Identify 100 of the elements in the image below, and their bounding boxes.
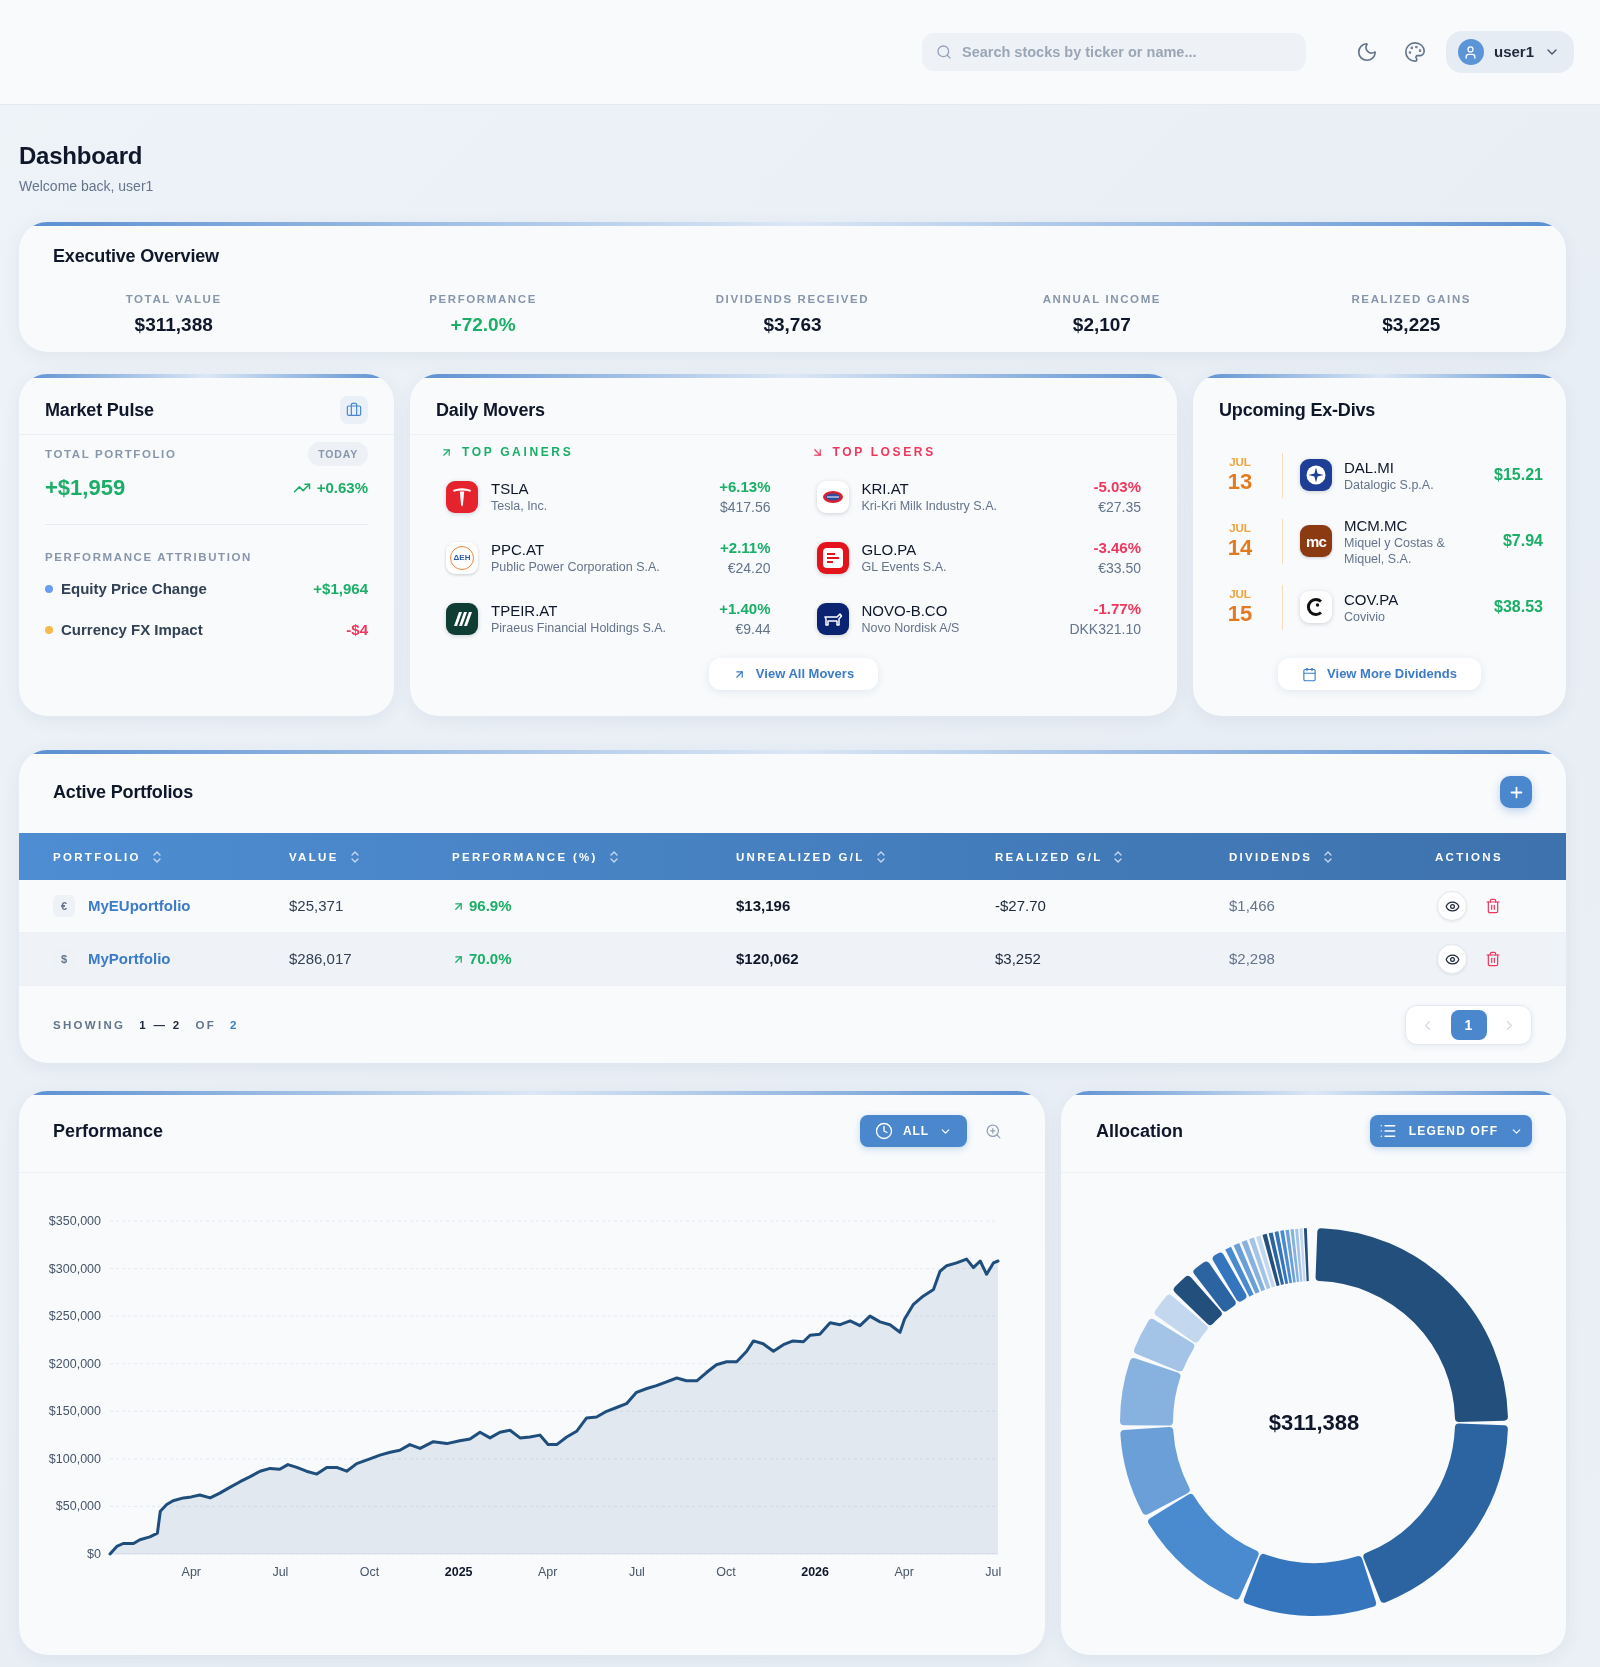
attribution-value: +$1,964 xyxy=(313,579,368,599)
portfolio-link[interactable]: MyPortfolio xyxy=(88,947,171,971)
company-name: GL Events S.A. xyxy=(861,559,947,576)
daily-change-percent: +0.63% xyxy=(316,478,368,498)
company-logo: mc xyxy=(1300,525,1332,557)
page-button[interactable]: 1 xyxy=(1450,1010,1487,1040)
zoom-in-icon[interactable] xyxy=(985,1122,1002,1140)
column-header[interactable]: PORTFOLIO xyxy=(53,849,289,864)
moon-icon[interactable] xyxy=(1355,41,1378,63)
dividend-amount: $15.21 xyxy=(1494,465,1543,485)
eye-icon xyxy=(1444,898,1460,914)
view-more-dividends-button[interactable]: View More Dividends xyxy=(1278,658,1481,690)
portfolio-link[interactable]: MyEUportfolio xyxy=(88,894,191,918)
view-button[interactable] xyxy=(1437,944,1467,974)
y-axis-label: $0 xyxy=(87,1547,101,1561)
trash-icon[interactable] xyxy=(1485,898,1501,914)
donut-slice xyxy=(1119,1358,1180,1426)
donut-slice xyxy=(1274,1231,1288,1284)
column-header[interactable]: DIVIDENDS xyxy=(1229,849,1435,864)
donut-slice xyxy=(1133,1319,1194,1372)
company-name: Novo Nordisk A/S xyxy=(861,620,960,637)
search-icon xyxy=(935,44,952,60)
table-cell-text: $120,062 xyxy=(736,948,800,969)
x-axis-label: Oct xyxy=(716,1565,736,1579)
briefcase-icon xyxy=(340,396,368,424)
time-range-button[interactable]: ALL xyxy=(860,1115,967,1147)
stat-label: TOTAL VALUE xyxy=(125,292,222,306)
page-subtitle: Welcome back, user1 xyxy=(19,177,155,196)
legend-toggle-button[interactable]: LEGEND OFF xyxy=(1370,1115,1532,1147)
donut-slice xyxy=(1154,1294,1208,1343)
change-percent: +1.40% xyxy=(719,599,771,618)
card-title: Active Portfolios xyxy=(53,781,193,804)
card-title: Upcoming Ex-Divs xyxy=(1219,399,1376,422)
column-header: ACTIONS xyxy=(1435,849,1504,864)
pagination-range: 1 — 2 xyxy=(139,1018,182,1032)
section-label: PERFORMANCE ATTRIBUTION xyxy=(45,550,253,564)
table-cell-text: $286,017 xyxy=(289,948,353,969)
stock-price: €24.20 xyxy=(727,559,771,578)
table-cell-text: -$27.70 xyxy=(995,895,1047,916)
y-axis-label: $100,000 xyxy=(48,1451,101,1466)
y-axis-label: $250,000 xyxy=(48,1309,101,1324)
y-axis-label: $150,000 xyxy=(48,1404,101,1419)
x-axis-label: Apr xyxy=(181,1565,201,1579)
y-axis-label: $50,000 xyxy=(55,1499,101,1514)
ticker-symbol: TPEIR.AT xyxy=(491,601,559,620)
table-cell-text: $2,298 xyxy=(1229,948,1276,969)
x-axis-label: Oct xyxy=(359,1565,380,1579)
card-title: Market Pulse xyxy=(45,399,154,422)
change-percent: -5.03% xyxy=(1093,477,1141,496)
user-menu-button[interactable]: user1 xyxy=(1445,31,1574,73)
ticker-symbol: COV.PA xyxy=(1344,589,1400,609)
attribution-value: -$4 xyxy=(346,620,368,640)
list-icon xyxy=(1378,1122,1397,1140)
stat-label: REALIZED GAINS xyxy=(1351,292,1472,306)
ticker-symbol: MCM.MC xyxy=(1344,515,1409,535)
stock-price: €33.50 xyxy=(1098,559,1141,578)
stock-price: $417.56 xyxy=(719,498,771,517)
company-logo-icon xyxy=(816,603,849,635)
ticker-symbol: TSLA xyxy=(491,479,530,498)
x-axis-label: Jul xyxy=(272,1565,289,1579)
view-button[interactable] xyxy=(1437,891,1467,921)
x-axis-label: Jul xyxy=(628,1565,645,1579)
table-cell-text: $1,466 xyxy=(1229,895,1276,916)
stock-price: €27.35 xyxy=(1098,498,1141,517)
company-name: Datalogic S.p.A. xyxy=(1344,476,1435,493)
section-label: TOTAL PORTFOLIO xyxy=(45,446,177,461)
ex-div-month: JUL xyxy=(1229,587,1251,601)
column-header[interactable]: REALIZED G/L xyxy=(995,849,1229,864)
sort-icon xyxy=(152,849,161,864)
dividend-amount: $38.53 xyxy=(1494,597,1543,617)
company-name: Covivio xyxy=(1344,608,1386,625)
change-percent: -3.46% xyxy=(1093,538,1141,557)
pagination-total: 2 xyxy=(230,1018,239,1032)
trash-icon[interactable] xyxy=(1485,951,1501,967)
stat-value: $311,388 xyxy=(134,313,213,337)
attribution-label: Equity Price Change xyxy=(61,579,207,599)
palette-icon[interactable] xyxy=(1403,41,1426,63)
change-percent: +2.11% xyxy=(720,538,771,557)
donut-slice xyxy=(1262,1233,1280,1287)
card-title: Daily Movers xyxy=(436,399,545,422)
change-percent: +6.13% xyxy=(719,477,771,496)
table-cell-text: 70.0% xyxy=(469,948,512,969)
donut-slice xyxy=(1279,1230,1292,1284)
calendar-icon xyxy=(1302,666,1318,682)
x-axis-label: Jul xyxy=(985,1565,1002,1579)
add-portfolio-button[interactable] xyxy=(1500,776,1532,808)
company-name: Tesla, Inc. xyxy=(491,498,548,515)
page-title: Dashboard xyxy=(19,141,144,171)
column-header[interactable]: UNREALIZED G/L xyxy=(736,849,995,864)
view-all-movers-button[interactable]: View All Movers xyxy=(708,658,879,690)
stat-label: ANNUAL INCOME xyxy=(1042,292,1162,306)
ex-div-day: 13 xyxy=(1227,469,1253,495)
search-field[interactable]: Search stocks by ticker or name... xyxy=(921,33,1306,71)
column-header[interactable]: PERFORMANCE (%) xyxy=(452,849,736,864)
column-header[interactable]: VALUE xyxy=(289,849,452,864)
donut-slice xyxy=(1248,1237,1270,1290)
card-title: Allocation xyxy=(1096,1120,1183,1143)
ticker-symbol: NOVO-B.CO xyxy=(861,601,949,620)
donut-center-value: $311,388 xyxy=(1268,1409,1359,1435)
y-axis-label: $300,000 xyxy=(48,1261,101,1276)
